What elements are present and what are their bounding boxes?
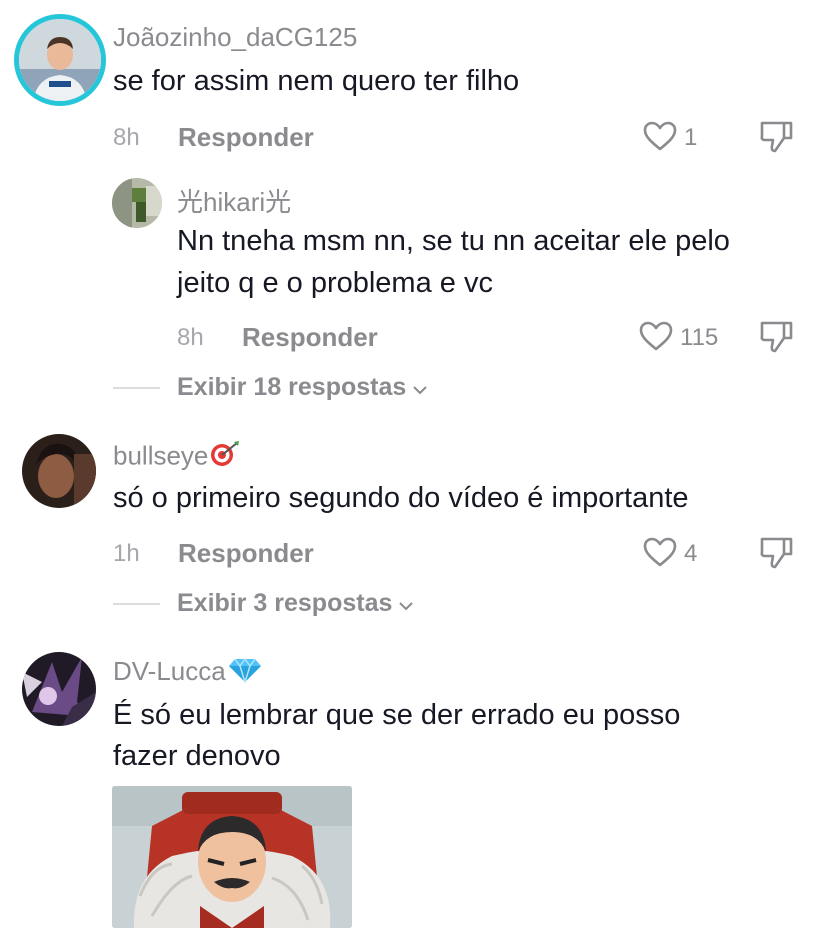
heart-icon[interactable] [638, 320, 674, 352]
like-count: 1 [684, 124, 698, 151]
reply-button[interactable]: Responder [178, 122, 314, 153]
view-replies-button[interactable]: Exibir 3 respostas [177, 589, 414, 619]
like-count: 115 [680, 324, 719, 351]
comment-item: bullseye só o primeiro segundo do vídeo … [0, 430, 828, 580]
reply-time: 8h [177, 324, 204, 351]
reply-button[interactable]: Responder [242, 322, 378, 353]
reply-button[interactable]: Responder [178, 538, 314, 569]
comment-username[interactable]: Joãozinho_daCG125 [113, 22, 357, 53]
comment-text-line-2: fazer denovo [113, 740, 281, 772]
comment-username[interactable]: DV-Lucca [113, 656, 262, 690]
reply-item: 光hikari光 Nn tneha msm nn, se tu nn aceit… [0, 170, 828, 370]
avatar[interactable] [22, 652, 96, 726]
heart-icon[interactable] [642, 120, 678, 152]
avatar[interactable] [22, 434, 96, 508]
chevron-down-icon [412, 374, 428, 403]
avatar[interactable] [112, 178, 162, 228]
like-count: 4 [684, 540, 698, 567]
comment-item: DV-Lucca É só eu lembrar que se der erra… [0, 648, 828, 928]
comment-time: 1h [113, 540, 140, 567]
dart-emoji [210, 440, 240, 475]
reply-text-line-1: Nn tneha msm nn, se tu nn aceitar ele pe… [177, 225, 730, 257]
comment-text-line-1: É só eu lembrar que se der errado eu pos… [113, 699, 681, 731]
view-replies-label: Exibir 3 respostas [177, 589, 393, 617]
dislike-icon[interactable] [758, 534, 796, 570]
dislike-icon[interactable] [758, 118, 796, 154]
comment-text: só o primeiro segundo do vídeo é importa… [113, 482, 689, 514]
view-replies-label: Exibir 18 respostas [177, 373, 407, 401]
reply-username[interactable]: 光hikari光 [177, 182, 291, 219]
comment-time: 8h [113, 124, 140, 151]
comment-username[interactable]: bullseye [113, 440, 240, 475]
dislike-icon[interactable] [758, 318, 796, 354]
view-replies-button[interactable]: Exibir 18 respostas [177, 373, 428, 403]
divider-line [113, 387, 160, 389]
reply-text-line-2: jeito q e o problema e vc [177, 267, 493, 299]
chevron-down-icon [398, 590, 414, 619]
comment-text: se for assim nem quero ter filho [113, 65, 520, 97]
heart-icon[interactable] [642, 536, 678, 568]
meme-image[interactable] [112, 786, 352, 928]
comment-item: Joãozinho_daCG125 se for assim nem quero… [0, 0, 828, 190]
gem-emoji [228, 657, 262, 690]
avatar[interactable] [14, 14, 106, 106]
divider-line [113, 603, 160, 605]
